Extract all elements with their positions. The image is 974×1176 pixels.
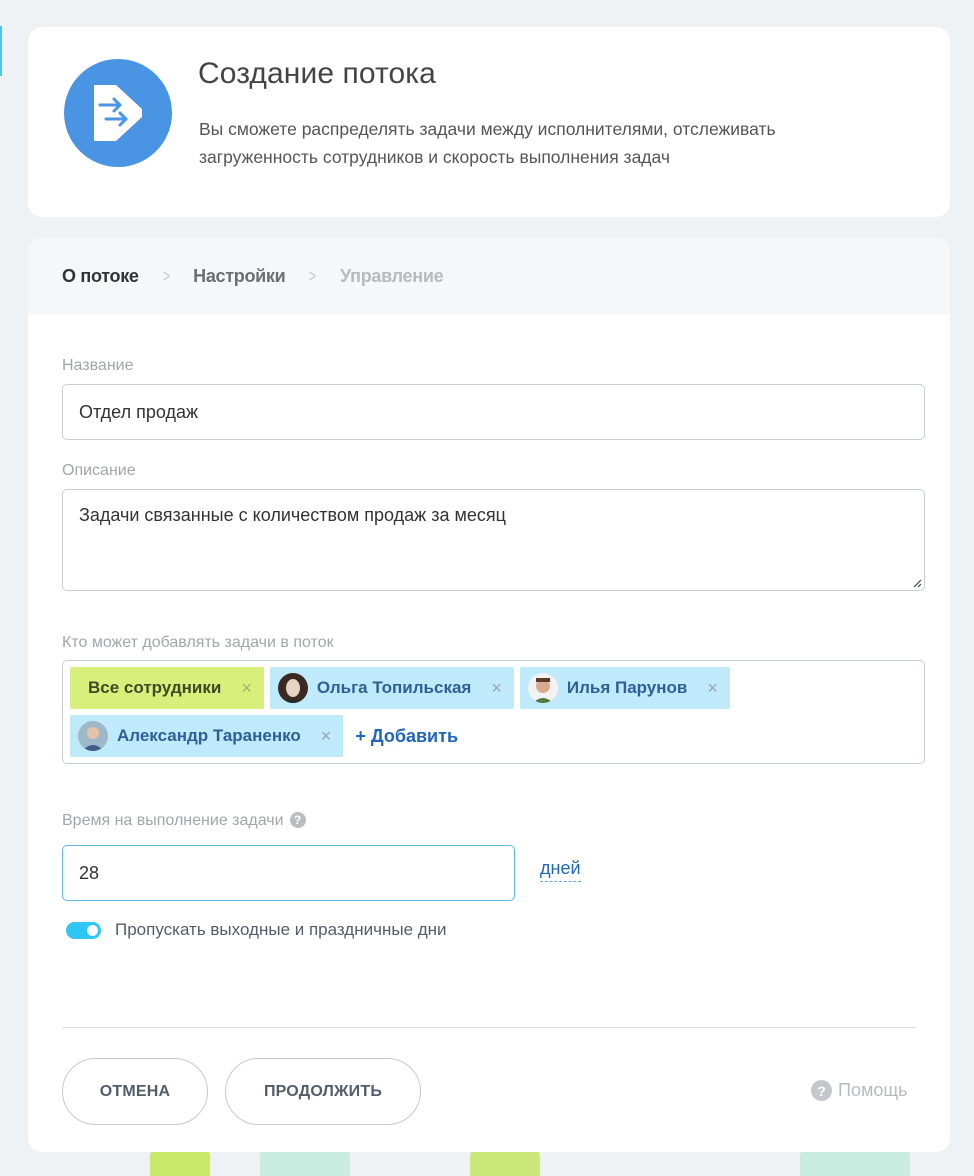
left-accent-bar: [0, 26, 2, 76]
header-card: Создание потока Вы сможете распределять …: [28, 27, 950, 217]
name-label: Название: [62, 357, 134, 374]
background-decoration: [260, 1150, 350, 1176]
members-selector[interactable]: Все сотрудники × Ольга Топильская × Илья…: [62, 660, 925, 764]
chevron-right-icon: >: [162, 265, 170, 286]
time-label-row: Время на выполнение задачи?: [62, 812, 306, 830]
description-label: Описание: [62, 462, 136, 479]
days-input[interactable]: [62, 845, 515, 901]
step-settings[interactable]: Настройки: [193, 266, 286, 287]
tag-user: Илья Парунов ×: [519, 667, 730, 709]
time-unit-selector[interactable]: дней: [540, 858, 581, 882]
tag-user: Александр Тараненко ×: [70, 715, 344, 757]
chevron-right-icon: >: [308, 265, 317, 286]
background-decoration: [800, 1150, 910, 1176]
flow-arrows-icon: [64, 59, 172, 167]
page-title: Создание потока: [198, 57, 436, 90]
description-wrapper: Задачи связанные с количеством продаж за…: [62, 489, 925, 591]
page-description: Вы сможете распределять задачи между исп…: [199, 119, 776, 167]
who-can-add-label: Кто может добавлять задачи в поток: [62, 634, 334, 651]
cancel-button[interactable]: ОТМЕНА: [62, 1058, 208, 1125]
help-icon: ?: [811, 1080, 832, 1101]
help-icon[interactable]: ?: [289, 812, 306, 828]
continue-button[interactable]: ПРОДОЛЖИТЬ: [225, 1058, 421, 1125]
tag-label: Илья Парунов: [566, 678, 688, 697]
tag-all-employees: Все сотрудники ×: [70, 667, 264, 709]
remove-tag-icon[interactable]: ×: [241, 678, 252, 699]
help-label: Помощь: [838, 1080, 908, 1100]
description-field[interactable]: Задачи связанные с количеством продаж за…: [62, 489, 925, 591]
tag-user: Ольга Топильская ×: [269, 667, 514, 709]
background-decoration: [150, 1150, 210, 1176]
help-link[interactable]: ? Помощь: [811, 1080, 908, 1101]
resize-grip-icon[interactable]: [912, 578, 922, 588]
remove-tag-icon[interactable]: ×: [707, 678, 718, 699]
step-about-flow[interactable]: О потоке: [62, 266, 139, 287]
background-decoration: [470, 1150, 540, 1176]
wizard-steps: О потоке > Настройки > Управление: [28, 238, 950, 314]
name-field[interactable]: [62, 384, 925, 440]
divider: [62, 1027, 916, 1028]
add-member-link[interactable]: + Добавить: [355, 715, 458, 757]
time-label: Время на выполнение задачи: [62, 812, 284, 829]
skip-weekends-toggle[interactable]: [66, 922, 101, 939]
avatar: [527, 673, 558, 703]
tag-label: Александр Тараненко: [117, 726, 301, 745]
remove-tag-icon[interactable]: ×: [321, 726, 332, 747]
tag-label: Ольга Топильская: [316, 678, 472, 697]
step-management: Управление: [339, 265, 444, 286]
skip-weekends-label: Пропускать выходные и праздничные дни: [115, 920, 447, 939]
avatar: [277, 673, 308, 703]
avatar: [78, 721, 108, 751]
tag-label: Все сотрудники: [88, 678, 222, 697]
remove-tag-icon[interactable]: ×: [491, 678, 502, 699]
toggle-knob: [87, 925, 98, 936]
main-form-card: О потоке > Настройки > Управление Назван…: [28, 238, 950, 1152]
